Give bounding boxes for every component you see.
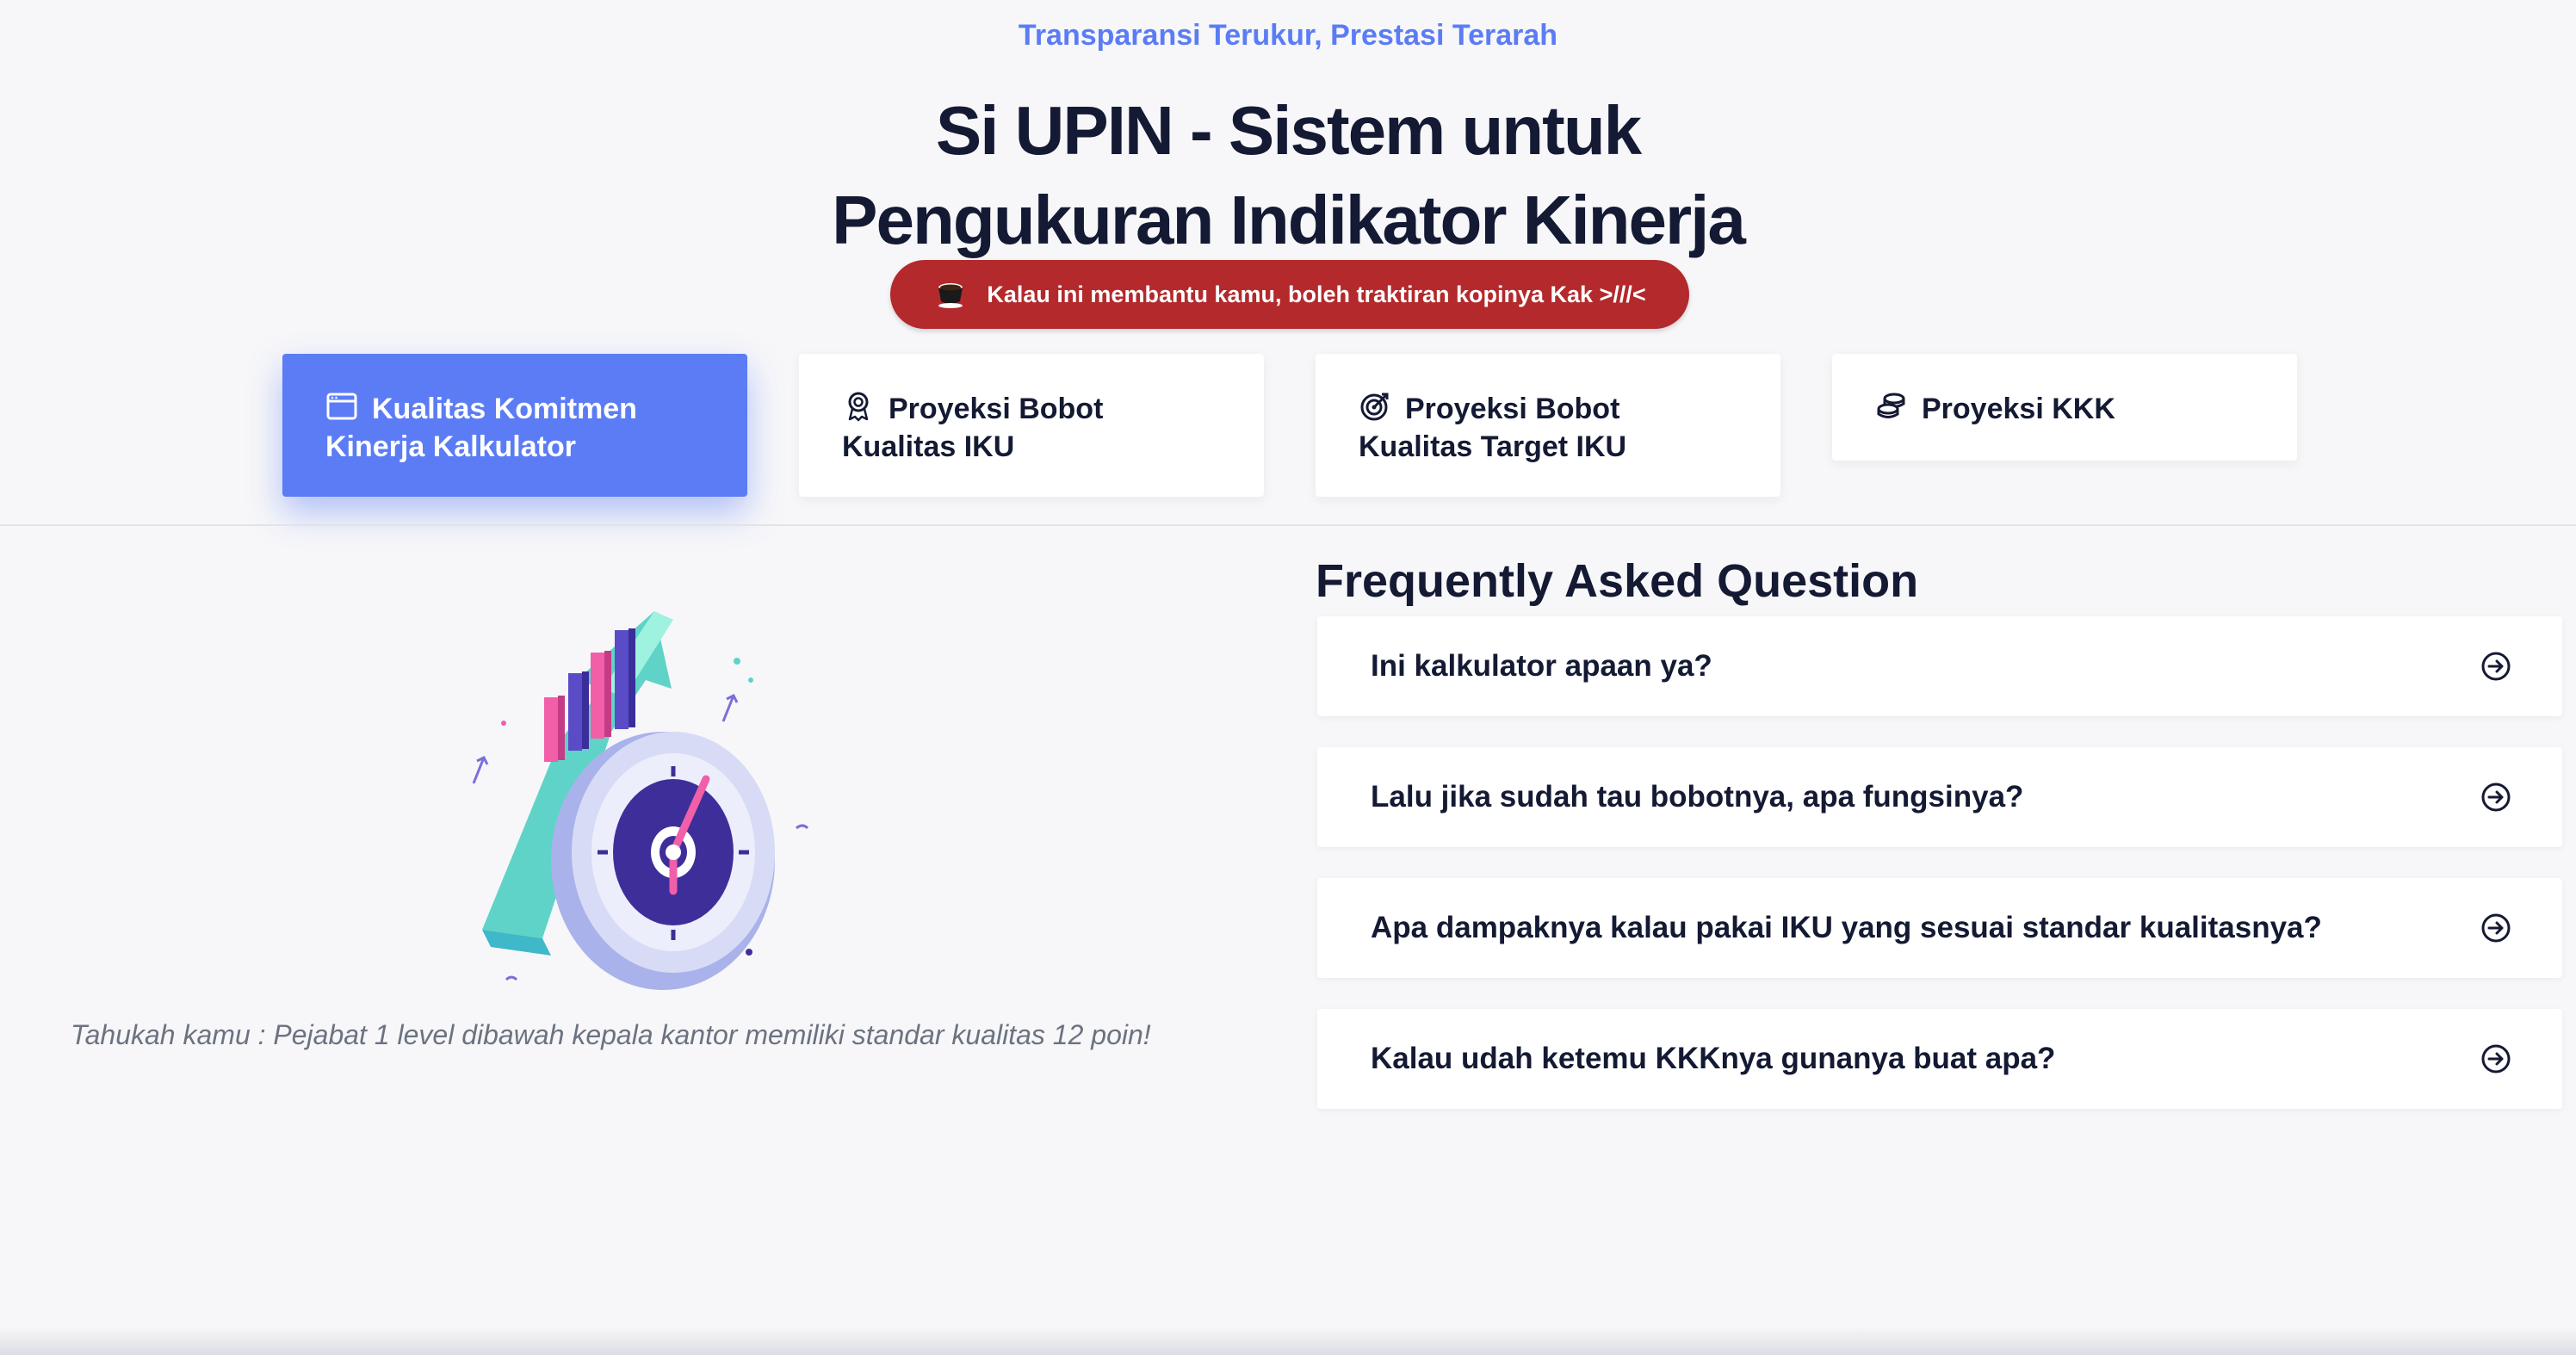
tab-proyeksi-bobot-kualitas-iku[interactable]: Proyeksi Bobot Kualitas IKU: [799, 354, 1264, 497]
hero-tagline: Transparansi Terukur, Prestasi Terarah: [1018, 19, 1558, 52]
performance-chart-stopwatch-illustration: [472, 611, 809, 990]
faq-item[interactable]: Ini kalkulator apaan ya?: [1317, 616, 2562, 716]
faq-item[interactable]: Kalau udah ketemu KKKnya gunanya buat ap…: [1317, 1009, 2562, 1109]
coffee-cup-icon: [938, 283, 963, 308]
award-badge-icon: [848, 392, 869, 422]
page: Transparansi Terukur, Prestasi Terarah S…: [0, 0, 2576, 1355]
target-icon: [1360, 393, 1389, 421]
page-title-line-1: Si UPIN - Sistem untuk: [935, 92, 1642, 169]
tab-proyeksi-bobot-kualitas-target-iku[interactable]: Proyeksi Bobot Kualitas Target IKU: [1316, 354, 1780, 497]
arrow-right-circle-icon[interactable]: [2480, 650, 2512, 683]
arrow-right-circle-icon[interactable]: [2480, 781, 2512, 814]
arrow-right-circle-icon[interactable]: [2480, 1043, 2512, 1075]
faq-question: Apa dampaknya kalau pakai IKU yang sesua…: [1371, 911, 2322, 944]
arrow-right-circle-icon[interactable]: [2480, 912, 2512, 944]
tab-label: Proyeksi Bobot Kualitas IKU: [842, 393, 1104, 463]
faq-question: Lalu jika sudah tau bobotnya, apa fungsi…: [1371, 780, 2024, 814]
tab-proyeksi-kkk[interactable]: Proyeksi KKK: [1832, 354, 2297, 461]
faq-item[interactable]: Apa dampaknya kalau pakai IKU yang sesua…: [1317, 878, 2562, 978]
tab-label: Kualitas Komitmen Kinerja Kalkulator: [325, 393, 637, 463]
faq-title: Frequently Asked Question: [1316, 555, 1919, 607]
section-divider: [0, 524, 2576, 526]
bottom-edge-shadow: [0, 1326, 2576, 1355]
tab-label: Proyeksi Bobot Kualitas Target IKU: [1359, 393, 1627, 463]
fun-fact-text: Tahukah kamu : Pejabat 1 level dibawah k…: [71, 1019, 1151, 1050]
donation-button[interactable]: Kalau ini membantu kamu, boleh traktiran…: [890, 260, 1689, 329]
donation-label: Kalau ini membantu kamu, boleh traktiran…: [987, 281, 1646, 307]
tab-kualitas-komitmen-kinerja[interactable]: Kualitas Komitmen Kinerja Kalkulator: [282, 354, 747, 497]
page-title-line-2: Pengukuran Indikator Kinerja: [832, 182, 1746, 258]
calendar-window-icon: [326, 393, 357, 420]
faq-question: Ini kalkulator apaan ya?: [1371, 649, 1712, 683]
faq-question: Kalau udah ketemu KKKnya gunanya buat ap…: [1371, 1042, 2056, 1075]
page-title: Si UPIN - Sistem untuk Pengukuran Indika…: [0, 86, 2576, 265]
faq-item[interactable]: Lalu jika sudah tau bobotnya, apa fungsi…: [1317, 747, 2562, 847]
coins-icon: [1877, 393, 1905, 418]
tab-label: Proyeksi KKK: [1922, 393, 2115, 425]
